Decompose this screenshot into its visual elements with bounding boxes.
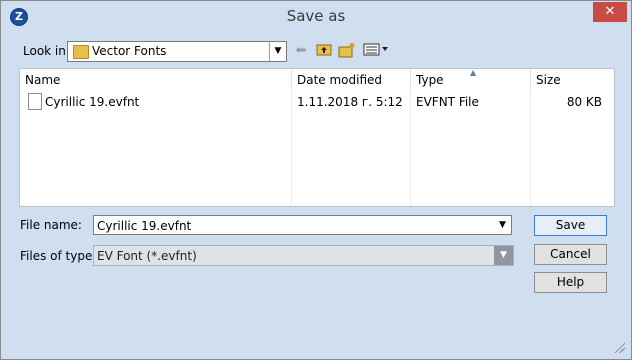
column-divider: [410, 91, 411, 206]
file-name-label: File name:: [20, 218, 82, 232]
look-in-combo[interactable]: Vector Fonts ▼: [67, 41, 287, 62]
back-arrow-icon[interactable]: ⬅: [292, 42, 310, 60]
column-header-name[interactable]: Name: [20, 69, 292, 91]
view-menu-icon[interactable]: [362, 42, 390, 60]
column-divider: [291, 91, 292, 206]
file-name-input[interactable]: Cyrillic 19.evfnt ▼: [93, 215, 512, 235]
up-folder-icon[interactable]: [315, 42, 333, 60]
column-divider: [530, 91, 531, 206]
chevron-down-icon[interactable]: ▼: [494, 216, 511, 234]
close-button[interactable]: ✕: [593, 2, 627, 22]
chevron-down-icon[interactable]: ▼: [494, 246, 513, 265]
file-name-value: Cyrillic 19.evfnt: [97, 219, 192, 233]
look-in-value: Vector Fonts: [92, 44, 167, 58]
column-header-date[interactable]: Date modified: [292, 69, 411, 91]
file-size: 80 KB: [566, 95, 602, 109]
file-type-value: EV Font (*.evfnt): [97, 249, 197, 263]
column-header-size[interactable]: Size: [531, 69, 614, 91]
window-title: Save as: [286, 7, 346, 25]
file-type: EVFNT File: [416, 95, 479, 109]
new-folder-icon[interactable]: [338, 42, 356, 60]
save-as-dialog: Z Save as ✕ Look in: Vector Fonts ▼ ⬅ Na…: [0, 0, 632, 360]
file-type-label: Files of type:: [20, 249, 97, 263]
save-button[interactable]: Save: [534, 215, 607, 236]
file-date: 1.11.2018 г. 5:12: [297, 95, 403, 109]
resize-grip-icon[interactable]: [613, 341, 625, 353]
sort-ascending-icon: ▲: [470, 68, 477, 77]
look-in-label: Look in:: [23, 44, 70, 58]
help-button[interactable]: Help: [534, 272, 607, 293]
title-bar[interactable]: Z Save as ✕: [1, 1, 631, 31]
file-name: Cyrillic 19.evfnt: [45, 95, 140, 109]
file-type-select[interactable]: EV Font (*.evfnt) ▼: [93, 245, 514, 266]
chevron-down-icon[interactable]: ▼: [269, 42, 286, 61]
file-list[interactable]: Name Date modified Type ▲ Size Cyrillic …: [19, 68, 615, 207]
cancel-button[interactable]: Cancel: [534, 244, 607, 265]
folder-icon: [73, 45, 89, 59]
file-icon: [28, 93, 42, 110]
